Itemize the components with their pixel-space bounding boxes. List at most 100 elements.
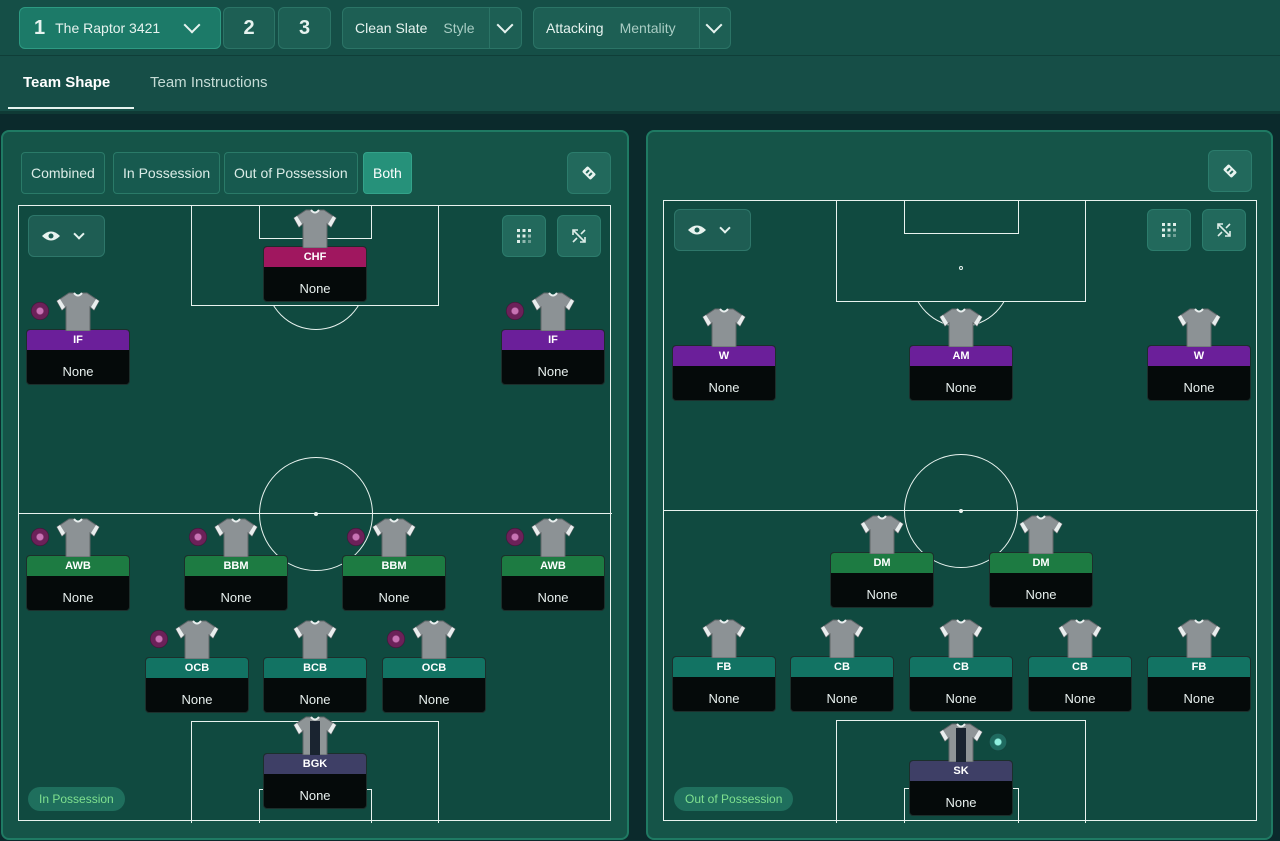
tactic-slot-1-button[interactable]: 1 The Raptor 3421 <box>19 7 221 49</box>
player-name: None <box>537 589 569 605</box>
player-card-w-left[interactable]: W None <box>672 345 776 401</box>
tactic-slot-2-button[interactable]: 2 <box>223 7 275 49</box>
expand-button[interactable] <box>557 215 601 257</box>
role-label: CB <box>791 657 893 677</box>
expand-icon <box>1217 223 1231 237</box>
tactic-bar: 1 The Raptor 3421 2 3 Clean Slate Style … <box>0 0 1280 56</box>
visibility-toggle[interactable] <box>28 215 105 257</box>
shirt-icon <box>293 715 337 756</box>
shirt-icon <box>702 618 746 659</box>
view-mode-in-possession[interactable]: In Possession <box>113 152 221 194</box>
tactics-board-icon <box>1223 164 1237 178</box>
player-card-fb-left[interactable]: FB None <box>672 656 776 712</box>
shirt-icon <box>56 517 100 558</box>
tactics-board-button[interactable] <box>567 152 611 194</box>
mentality-selector[interactable]: Attacking Mentality <box>533 7 731 49</box>
duty-icon <box>506 302 524 320</box>
player-card-dm-right[interactable]: DM None <box>989 552 1093 608</box>
role-label: OCB <box>146 658 248 678</box>
eye-icon <box>688 225 706 235</box>
role-label: CHF <box>264 247 366 267</box>
grid-view-button[interactable] <box>1147 209 1191 251</box>
player-card-am[interactable]: AM None <box>909 345 1013 401</box>
player-card-awb-right[interactable]: AWB None <box>501 555 605 611</box>
grid-view-button[interactable] <box>502 215 546 257</box>
player-name: None <box>299 691 331 707</box>
visibility-toggle[interactable] <box>674 209 751 251</box>
player-card-cb-left[interactable]: CB None <box>790 656 894 712</box>
player-card-chf[interactable]: CHF None <box>263 246 367 302</box>
chevron-down-icon[interactable] <box>705 16 723 34</box>
tab-team-shape[interactable]: Team Shape <box>23 74 110 91</box>
player-card-bbm-right[interactable]: BBM None <box>342 555 446 611</box>
player-card-awb-left[interactable]: AWB None <box>26 555 130 611</box>
centre-spot <box>959 509 963 513</box>
chevron-down-icon <box>719 222 731 234</box>
tactic-slot-3-button[interactable]: 3 <box>278 7 331 49</box>
tactic-name: The Raptor 3421 <box>55 20 161 36</box>
role-label: CB <box>910 657 1012 677</box>
player-name: None <box>866 586 898 602</box>
shirt-icon <box>412 619 456 660</box>
duty-icon <box>189 528 207 546</box>
out-of-possession-badge: Out of Possession <box>674 787 794 811</box>
shirt-icon <box>1177 618 1221 659</box>
view-mode-combined[interactable]: Combined <box>21 152 105 194</box>
penalty-spot <box>959 266 963 270</box>
active-tab-indicator <box>8 107 134 109</box>
player-card-dm-left[interactable]: DM None <box>830 552 934 608</box>
player-name: None <box>537 363 569 379</box>
player-card-w-right[interactable]: W None <box>1147 345 1251 401</box>
duty-icon <box>387 630 405 648</box>
player-card-if-left[interactable]: IF None <box>26 329 130 385</box>
role-label: W <box>673 346 775 366</box>
player-card-ocb-left[interactable]: OCB None <box>145 657 249 713</box>
shirt-icon <box>702 307 746 348</box>
tab-team-instructions[interactable]: Team Instructions <box>150 74 268 91</box>
player-name: None <box>708 379 740 395</box>
player-card-ocb-right[interactable]: OCB None <box>382 657 486 713</box>
player-name: None <box>1183 690 1215 706</box>
player-name: None <box>826 690 858 706</box>
player-name: None <box>945 690 977 706</box>
player-card-fb-right[interactable]: FB None <box>1147 656 1251 712</box>
expand-button[interactable] <box>1202 209 1246 251</box>
sub-tabs: Team Shape Team Instructions <box>0 56 1280 114</box>
player-name: None <box>220 589 252 605</box>
duty-icon <box>31 528 49 546</box>
role-label: CB <box>1029 657 1131 677</box>
player-name: None <box>418 691 450 707</box>
player-name: None <box>181 691 213 707</box>
mentality-dropdown-divider <box>699 8 700 48</box>
player-card-bgk[interactable]: BGK None <box>263 753 367 809</box>
shirt-icon <box>860 514 904 555</box>
tactic-slot-number: 3 <box>298 16 311 39</box>
player-card-bcb[interactable]: BCB None <box>263 657 367 713</box>
player-name: None <box>1025 586 1057 602</box>
shirt-icon <box>1058 618 1102 659</box>
role-label: AWB <box>502 556 604 576</box>
shirt-icon <box>939 722 983 763</box>
style-label: Style <box>443 20 475 36</box>
role-label: BBM <box>185 556 287 576</box>
mentality-value: Attacking <box>546 20 604 36</box>
player-card-if-right[interactable]: IF None <box>501 329 605 385</box>
player-card-bbm-left[interactable]: BBM None <box>184 555 288 611</box>
player-name: None <box>378 589 410 605</box>
style-selector[interactable]: Clean Slate Style <box>342 7 522 49</box>
mentality-label: Mentality <box>619 20 676 36</box>
player-card-cb-centre[interactable]: CB None <box>909 656 1013 712</box>
player-name: None <box>945 379 977 395</box>
shirt-icon <box>175 619 219 660</box>
player-card-cb-right[interactable]: CB None <box>1028 656 1132 712</box>
tactics-board-button[interactable] <box>1208 150 1252 192</box>
role-label: W <box>1148 346 1250 366</box>
shirt-icon <box>214 517 258 558</box>
player-name: None <box>1183 379 1215 395</box>
shirt-icon <box>1019 514 1063 555</box>
view-mode-both[interactable]: Both <box>363 152 412 194</box>
view-mode-out-of-possession[interactable]: Out of Possession <box>224 152 358 194</box>
chevron-down-icon[interactable] <box>496 16 514 34</box>
player-card-sk[interactable]: SK None <box>909 760 1013 816</box>
shirt-icon <box>531 291 575 332</box>
